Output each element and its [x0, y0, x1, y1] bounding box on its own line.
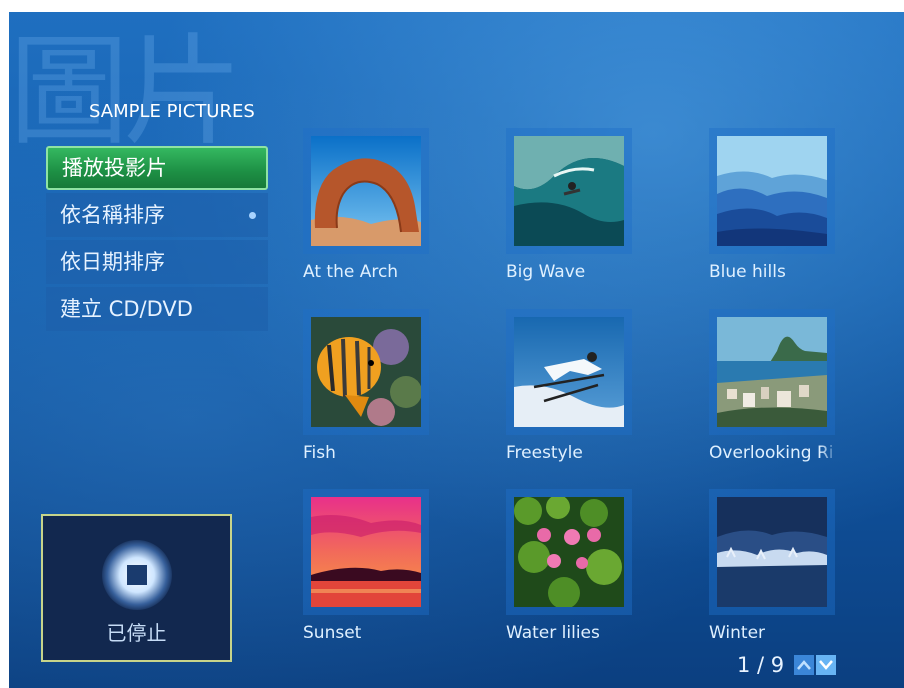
thumbnail-frame: [506, 128, 632, 254]
freestyle-thumbnail: [514, 317, 624, 427]
picture-tile-winter[interactable]: Winter: [701, 487, 901, 667]
stop-icon: [126, 565, 147, 585]
thumbnail-frame: [303, 128, 429, 254]
picture-caption: Overlooking Ri: [709, 443, 834, 463]
active-sort-dot-icon: [249, 212, 256, 219]
hills-thumbnail: [717, 136, 827, 246]
pagination: 1 / 9: [737, 653, 837, 677]
thumbnail-frame: [709, 309, 835, 435]
arch-thumbnail: [311, 136, 421, 246]
section-title: SAMPLE PICTURES: [89, 101, 255, 122]
sunset-thumbnail: [311, 497, 421, 607]
playback-status: 已停止: [106, 621, 167, 645]
menu-play-slideshow[interactable]: 播放投影片: [46, 146, 268, 190]
menu-sort-by-name[interactable]: 依名稱排序: [46, 193, 268, 237]
page-indicator: 1 / 9: [737, 653, 785, 677]
picture-caption: Big Wave: [506, 262, 586, 282]
winter-thumbnail: [717, 497, 827, 607]
thumbnail-frame: [303, 489, 429, 615]
thumbnail-frame: [303, 309, 429, 435]
picture-caption: Winter: [709, 623, 766, 643]
picture-caption: At the Arch: [303, 262, 399, 282]
picture-tile-fish[interactable]: Fish: [295, 307, 495, 487]
water-lilies-thumbnail: [514, 495, 624, 609]
thumbnail-frame: [506, 489, 632, 615]
watermark-title: 圖片: [9, 23, 243, 162]
overlooking-thumbnail: [717, 317, 827, 427]
picture-caption: Fish: [303, 443, 336, 463]
picture-tile-freestyle[interactable]: Freestyle: [498, 307, 698, 487]
picture-caption: Water lilies: [506, 623, 600, 643]
now-playing-box[interactable]: 已停止: [41, 514, 232, 662]
menu-create-cd-dvd[interactable]: 建立 CD/DVD: [46, 287, 268, 331]
picture-tile-blue-hills[interactable]: Blue hills: [701, 126, 901, 306]
menu-sort-by-date[interactable]: 依日期排序: [46, 240, 268, 284]
menu-item-label: 依日期排序: [60, 250, 165, 274]
menu-item-label: 建立 CD/DVD: [60, 297, 193, 321]
thumbnail-frame: [709, 489, 835, 615]
thumbnail-frame: [709, 128, 835, 254]
chevron-up-icon: [797, 660, 812, 670]
picture-tile-overlooking[interactable]: Overlooking Ri: [701, 307, 901, 487]
picture-tile-at-the-arch[interactable]: At the Arch: [295, 126, 495, 306]
side-menu: 播放投影片 依名稱排序 依日期排序 建立 CD/DVD: [46, 146, 268, 334]
picture-tile-water-lilies[interactable]: Water lilies: [498, 487, 698, 667]
page-up-button[interactable]: [794, 655, 815, 675]
page-down-button[interactable]: [816, 655, 837, 675]
wave-thumbnail: [514, 136, 624, 246]
fish-thumbnail: [311, 317, 422, 427]
menu-item-label: 依名稱排序: [60, 203, 165, 227]
picture-caption: Blue hills: [709, 262, 786, 282]
picture-tile-sunset[interactable]: Sunset: [295, 487, 495, 667]
picture-tile-big-wave[interactable]: Big Wave: [498, 126, 698, 306]
picture-caption: Sunset: [303, 623, 362, 643]
picture-caption: Freestyle: [506, 443, 583, 463]
thumbnail-frame: [506, 309, 632, 435]
menu-item-label: 播放投影片: [62, 156, 167, 180]
chevron-down-icon: [819, 660, 834, 670]
